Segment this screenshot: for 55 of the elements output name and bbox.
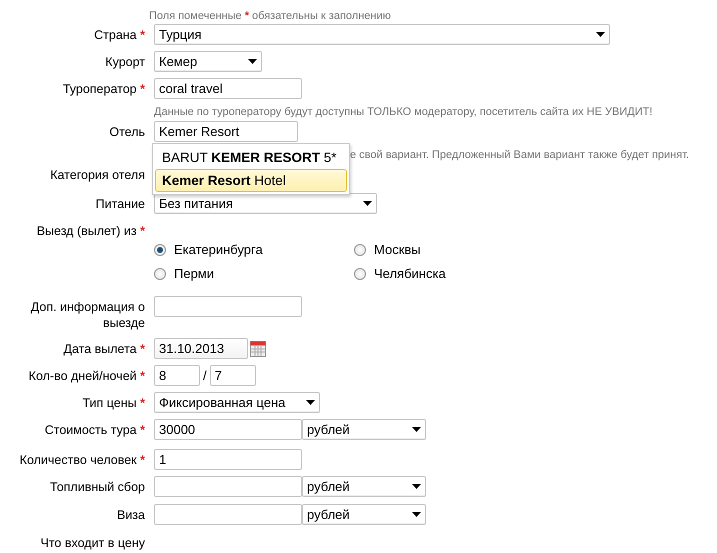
date-field[interactable]: 31.10.2013 — [154, 338, 248, 359]
select-field[interactable]: рублей — [302, 419, 426, 440]
suggestion-item[interactable]: BARUT KEMER RESORT 5* — [155, 146, 347, 169]
text-field[interactable] — [154, 476, 302, 497]
select-field[interactable]: Фиксированная цена — [154, 392, 320, 413]
field-label: Количество человек * — [18, 452, 145, 468]
caret-icon — [306, 400, 315, 405]
field-label: Отель — [108, 124, 145, 140]
calendar-icon[interactable] — [250, 340, 266, 356]
field-label: Категория отеля — [49, 167, 145, 183]
text-field[interactable] — [154, 296, 302, 317]
text-field[interactable]: 30000 — [154, 419, 302, 440]
caret-icon — [412, 484, 421, 489]
field-label: Питание — [94, 196, 145, 212]
field-label: Выезд (вылет) из * — [36, 223, 145, 239]
field-label: Туроператор * — [62, 81, 145, 97]
text-field[interactable]: coral travel — [154, 78, 302, 99]
field-label: Топливный сбор — [49, 479, 145, 495]
caret-icon — [412, 427, 421, 432]
select-field[interactable]: Турция — [154, 24, 610, 45]
text-field[interactable]: 7 — [210, 365, 256, 386]
separator-text: / — [202, 368, 208, 383]
radio-button[interactable] — [354, 244, 366, 256]
field-label: Что входит в цену — [40, 535, 145, 551]
select-field[interactable]: Кемер — [154, 51, 262, 72]
radio-button[interactable] — [154, 244, 166, 256]
radio-option[interactable]: Екатеринбурга — [154, 242, 354, 257]
select-field[interactable]: рублей — [302, 476, 426, 497]
field-label: Доп. информация о выезде — [30, 299, 145, 331]
field-label: Тип цены * — [81, 395, 145, 411]
caret-icon — [363, 201, 372, 206]
field-label: Дата вылета * — [62, 341, 145, 357]
field-label: Страна * — [93, 27, 145, 43]
radio-option[interactable]: Перми — [154, 266, 354, 281]
radio-option[interactable]: Челябинска — [354, 266, 504, 281]
select-field[interactable]: Без питания — [154, 193, 377, 214]
radio-button[interactable] — [154, 268, 166, 280]
radio-button[interactable] — [354, 268, 366, 280]
text-field[interactable]: Kemer Resort — [154, 121, 298, 142]
hint-text: е свой вариант. Предложенный Вами вариант также будет принят. — [350, 148, 690, 162]
hint-text: Данные по туроператору будут доступны ТОЛЬКО модератору, посетитель сайта их НЕ УВИДИТ! — [154, 105, 652, 119]
field-label: Кол-во дней/ночей * — [28, 368, 145, 384]
field-label: Виза — [116, 507, 145, 523]
text-field[interactable] — [154, 504, 302, 525]
caret-icon — [412, 512, 421, 517]
caret-icon — [596, 32, 605, 37]
caret-icon — [248, 59, 257, 64]
text-field[interactable]: 8 — [154, 365, 200, 386]
field-label: Стоимость тура * — [44, 422, 145, 438]
radio-option[interactable]: Москвы — [354, 242, 504, 257]
suggestion-item[interactable]: Kemer Resort Hotel — [155, 169, 347, 192]
text-field[interactable]: 1 — [154, 449, 302, 470]
required-note: Поля помеченные * обязательны к заполнению — [149, 10, 392, 24]
select-field[interactable]: рублей — [302, 504, 426, 525]
field-label: Курорт — [104, 54, 145, 70]
